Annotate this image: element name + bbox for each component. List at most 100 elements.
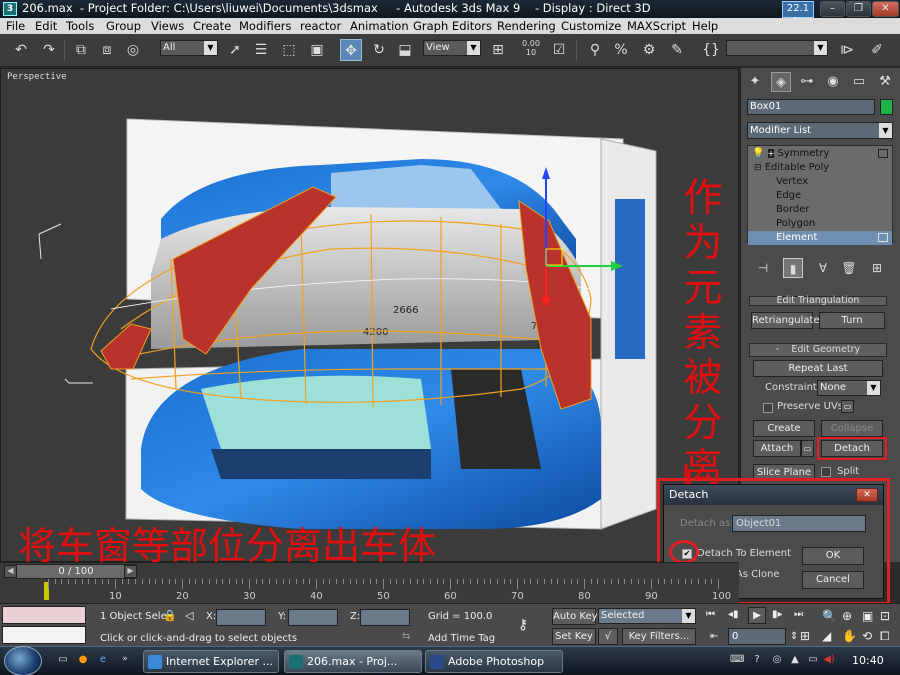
percent-snap-icon[interactable]: %: [610, 39, 632, 61]
frame-spinner-icon[interactable]: ⇕: [790, 631, 798, 642]
rectangular-selection-icon[interactable]: ⬚: [278, 39, 300, 61]
lock-selection-icon[interactable]: 🔒: [163, 609, 177, 622]
menu-group[interactable]: Group: [106, 19, 141, 33]
key-mode-toggle-icon[interactable]: ⇤: [710, 631, 718, 642]
configure-sets-icon[interactable]: ⊞: [867, 258, 887, 278]
stack-item-symmetry[interactable]: 💡 + Symmetry: [748, 147, 892, 161]
stack-item-editable-poly[interactable]: ⊟ Editable Poly: [748, 161, 892, 175]
show-end-result-icon[interactable]: ▮: [783, 258, 803, 278]
select-and-move-icon[interactable]: ✥: [340, 39, 362, 61]
taskbar-item-photoshop[interactable]: Adobe Photoshop: [425, 650, 563, 673]
time-slider-thumb[interactable]: 0 / 100: [16, 564, 136, 579]
modify-tab-icon[interactable]: ◈: [771, 72, 791, 92]
play-icon[interactable]: ▶: [748, 607, 766, 624]
add-time-tag[interactable]: Add Time Tag: [428, 633, 495, 644]
clock[interactable]: 10:40: [852, 654, 884, 667]
constraints-dropdown[interactable]: None ▼: [817, 380, 881, 396]
maxscript-listener-white[interactable]: [2, 626, 86, 644]
edit-geometry-rollout[interactable]: - Edit Geometry: [749, 343, 887, 357]
create-tab-icon[interactable]: ✦: [745, 72, 765, 92]
expand-plus-icon[interactable]: +: [767, 149, 775, 158]
menu-animation[interactable]: Animation: [350, 19, 409, 33]
y-coordinate-field[interactable]: [288, 609, 338, 626]
close-button[interactable]: ✕: [872, 1, 899, 17]
maximize-viewport-icon[interactable]: ⧠: [880, 629, 890, 644]
angle-snap-icon[interactable]: ⚲: [584, 39, 606, 61]
menu-help[interactable]: Help: [692, 19, 718, 33]
field-of-view-icon[interactable]: ◢: [822, 629, 831, 643]
redo-icon[interactable]: ↷: [38, 39, 60, 61]
zoom-extents-icon[interactable]: ▣: [862, 609, 873, 623]
time-slider[interactable]: ◀ 0 / 100 ▶: [0, 562, 739, 579]
absolute-mode-icon[interactable]: ◁: [185, 609, 193, 622]
utilities-tab-icon[interactable]: ⚒: [875, 72, 895, 92]
make-unique-icon[interactable]: ∀: [813, 258, 833, 278]
unlink-icon[interactable]: ⧈: [96, 39, 118, 61]
taskbar-item-ie[interactable]: Internet Explorer ...: [143, 650, 279, 673]
bind-to-space-warp-icon[interactable]: ◎: [122, 39, 144, 61]
attach-list-icon[interactable]: ▭: [801, 440, 814, 457]
lightbulb-icon[interactable]: 💡: [752, 148, 764, 159]
menu-edit[interactable]: Edit: [35, 19, 57, 33]
quicklaunch-more-icon[interactable]: »: [118, 654, 132, 668]
spinner-snap-icon[interactable]: ⚙: [638, 39, 660, 61]
pivot-center-icon[interactable]: ⊞: [487, 39, 509, 61]
display-tab-icon[interactable]: ▭: [849, 72, 869, 92]
menu-tools[interactable]: Tools: [66, 19, 94, 33]
snap-toggle-icon[interactable]: 0.00 10: [520, 39, 542, 61]
stack-item-vertex[interactable]: Vertex: [748, 175, 892, 189]
menu-views[interactable]: Views: [151, 19, 184, 33]
mirror-icon[interactable]: ☑: [548, 39, 570, 61]
repeat-last-button[interactable]: Repeat Last: [753, 360, 883, 377]
object-color-swatch[interactable]: [880, 99, 893, 115]
keyboard-tray-icon[interactable]: ⌨: [730, 654, 744, 668]
menu-rendering[interactable]: Rendering: [497, 19, 556, 33]
turn-button[interactable]: Turn: [819, 312, 885, 329]
next-frame-icon[interactable]: ▮▸: [772, 609, 783, 620]
browser-quicklaunch-icon[interactable]: ●: [76, 654, 90, 668]
time-slider-next-icon[interactable]: ▶: [124, 565, 137, 578]
edit-named-selection-icon[interactable]: ✎: [666, 39, 688, 61]
retriangulate-button[interactable]: Retriangulate: [751, 312, 820, 329]
viewport-label[interactable]: Perspective: [7, 72, 67, 82]
collapse-button[interactable]: Collapse: [821, 420, 883, 437]
select-object-icon[interactable]: ➚: [224, 39, 246, 61]
key-mode-dropdown[interactable]: Selected ▼: [598, 608, 696, 624]
align-icon[interactable]: ✐: [866, 39, 888, 61]
menu-file[interactable]: File: [6, 19, 25, 33]
stack-item-polygon[interactable]: Polygon: [748, 217, 892, 231]
select-and-rotate-icon[interactable]: ↻: [368, 39, 390, 61]
current-frame-field[interactable]: 0: [728, 628, 786, 645]
auto-key-button[interactable]: Auto Key: [552, 608, 598, 625]
z-coordinate-field[interactable]: [360, 609, 410, 626]
preserve-uvs-checkbox[interactable]: [763, 403, 773, 413]
stack-item-element[interactable]: Element: [748, 231, 892, 245]
split-checkbox[interactable]: [821, 467, 831, 477]
collapse-minus-icon[interactable]: ⊟: [754, 163, 762, 173]
edit-triangulation-rollout[interactable]: Edit Triangulation: [749, 296, 887, 306]
menu-customize[interactable]: Customize: [561, 19, 621, 33]
display-tray-icon[interactable]: ▭: [806, 654, 820, 668]
menu-reactor[interactable]: reactor: [300, 19, 341, 33]
x-coordinate-field[interactable]: [216, 609, 266, 626]
preserve-uvs-settings-icon[interactable]: ▭: [841, 400, 854, 413]
taskbar-item-3dsmax[interactable]: 206.max - Proj...: [284, 650, 422, 673]
help-tray-icon[interactable]: ?: [750, 654, 764, 668]
arc-rotate-icon[interactable]: ⟲: [862, 629, 872, 643]
previous-frame-icon[interactable]: ◂▮: [728, 609, 739, 620]
volume-tray-icon[interactable]: ◀): [822, 654, 836, 668]
menu-create[interactable]: Create: [193, 19, 231, 33]
pan-icon[interactable]: ✋: [842, 629, 857, 643]
menu-modifiers[interactable]: Modifiers: [239, 19, 292, 33]
create-button[interactable]: Create: [753, 420, 815, 437]
minimize-button[interactable]: –: [820, 1, 845, 17]
time-configuration-icon[interactable]: ⊞: [800, 629, 810, 643]
remove-modifier-icon[interactable]: 🗑: [839, 258, 859, 278]
network-tray-icon[interactable]: ◎: [770, 654, 784, 668]
safely-remove-tray-icon[interactable]: ▲: [788, 654, 802, 668]
key-filters-button[interactable]: Key Filters...: [622, 628, 696, 645]
stack-item-edge[interactable]: Edge: [748, 189, 892, 203]
menu-graph-editors[interactable]: Graph Editors: [413, 19, 492, 33]
key-icon[interactable]: ⚷: [518, 617, 528, 633]
go-to-end-icon[interactable]: ⏭: [794, 609, 803, 620]
